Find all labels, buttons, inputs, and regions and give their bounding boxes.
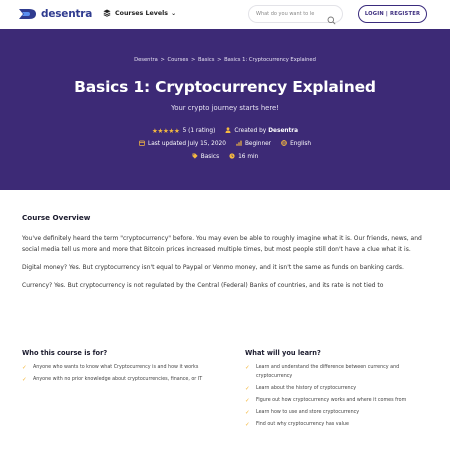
overview-paragraph: Currency? Yes. But cryptocurrency is not… [22, 282, 384, 289]
breadcrumb-separator: > [190, 57, 196, 63]
courses-levels-menu[interactable]: Courses Levels ⌄ [103, 9, 176, 17]
list-item: ✓ Find out why cryptocurrency has value [245, 421, 435, 430]
section-title: Course Overview [22, 213, 91, 222]
category-tag[interactable]: Basics [192, 153, 219, 161]
last-updated: Last updated July 15, 2020 [139, 140, 226, 148]
section-title: Who this course is for? [22, 349, 108, 357]
list-item-text: Figure out how cryptocurrency works and … [256, 397, 407, 403]
user-icon [225, 127, 231, 135]
check-icon: ✓ [245, 410, 250, 417]
rating-text: 5 (1 rating) [182, 128, 216, 134]
globe-icon [281, 140, 287, 148]
language-text: English [290, 141, 312, 147]
search-icon[interactable] [327, 10, 336, 25]
list-item-text: Find out why cryptocurrency has value [256, 422, 349, 428]
top-nav: desentra Courses Levels ⌄ LOGIN | REGIST… [0, 0, 450, 29]
search-box[interactable] [248, 5, 343, 25]
section-title: What will you learn? [245, 349, 321, 357]
check-icon: ✓ [22, 365, 27, 371]
breadcrumb: Desentra > Courses > Basics > Basics 1: … [0, 57, 450, 63]
logo-text: desentra [41, 8, 93, 20]
meta-row-details: Last updated July 15, 2020 Beginner Engl… [0, 140, 450, 148]
stack-icon [103, 9, 111, 17]
author-info: Created by Desentra [225, 127, 298, 135]
list-item-text: Learn about the history of cryptocurrenc… [256, 385, 357, 391]
list-item-text: Learn how to use and store cryptocurrenc… [256, 410, 360, 416]
breadcrumb-current: Basics 1: Cryptocurrency Explained [224, 57, 316, 63]
list-item: ✓ Learn how to use and store cryptocurre… [245, 409, 435, 418]
level-text: Beginner [244, 141, 272, 147]
meta-row-rating: ★★★★★ 5 (1 rating) Created by Desentra [0, 127, 450, 135]
level-bars-icon [236, 140, 242, 148]
list-item-text: Anyone with no prior knowledge about cry… [33, 377, 203, 383]
login-register-button[interactable]: LOGIN | REGISTER [358, 5, 427, 23]
last-updated-text: Last updated July 15, 2020 [147, 141, 226, 147]
duration-text: 16 min [238, 154, 259, 160]
level: Beginner [236, 140, 271, 148]
learning-outcomes-section: What will you learn? ✓ Learn and underst… [245, 349, 435, 434]
tag-text: Basics [200, 154, 220, 160]
course-overview: Course Overview You've definitely heard … [22, 213, 432, 291]
search-input[interactable] [256, 11, 320, 17]
logo-icon [19, 8, 38, 20]
breadcrumb-item[interactable]: Courses [167, 57, 188, 63]
page-subtitle: Your crypto journey starts here! [171, 104, 279, 112]
rating: ★★★★★ 5 (1 rating) [152, 127, 215, 135]
list-item: ✓ Figure out how cryptocurrency works an… [245, 397, 435, 406]
calendar-icon [139, 140, 145, 148]
breadcrumb-item[interactable]: Basics [198, 57, 214, 63]
check-icon: ✓ [245, 422, 250, 429]
courses-levels-label: Courses Levels [115, 9, 169, 17]
list-item: ✓ Anyone with no prior knowledge about c… [22, 376, 222, 385]
list-item-text: Anyone who wants to know what Cryptocurr… [33, 365, 199, 370]
overview-paragraph: Digital money? Yes. But cryptocurrency i… [22, 264, 404, 271]
chevron-down-icon: ⌄ [171, 9, 177, 17]
created-by-label: Created by [234, 128, 267, 134]
star-icon: ★★★★★ [151, 127, 180, 135]
clock-icon [229, 153, 235, 161]
list-item: ✓ Learn and understand the difference be… [245, 364, 435, 381]
list-item: ✓ Learn about the history of cryptocurre… [245, 385, 435, 394]
check-icon: ✓ [22, 377, 27, 384]
tag-icon [192, 153, 198, 161]
list-item: ✓ Anyone who wants to know what Cryptocu… [22, 364, 222, 373]
check-icon: ✓ [245, 365, 250, 371]
breadcrumb-separator: > [160, 57, 165, 63]
language: English [281, 140, 311, 148]
breadcrumb-separator: > [217, 57, 222, 63]
check-icon: ✓ [245, 385, 250, 392]
logo[interactable]: desentra [19, 8, 92, 20]
overview-paragraph: You've definitely heard the term "crypto… [22, 235, 422, 253]
author-link[interactable]: Desentra [268, 128, 298, 134]
breadcrumb-item[interactable]: Desentra [134, 57, 158, 63]
page-title: Basics 1: Cryptocurrency Explained [74, 78, 376, 96]
list-item-text: Learn and understand the difference betw… [256, 365, 400, 379]
audience-section: Who this course is for? ✓ Anyone who wan… [22, 349, 222, 388]
meta-row-tags: Basics 16 min [0, 153, 450, 161]
check-icon: ✓ [245, 397, 250, 404]
course-hero: Desentra > Courses > Basics > Basics 1: … [0, 29, 450, 190]
duration: 16 min [229, 153, 258, 161]
